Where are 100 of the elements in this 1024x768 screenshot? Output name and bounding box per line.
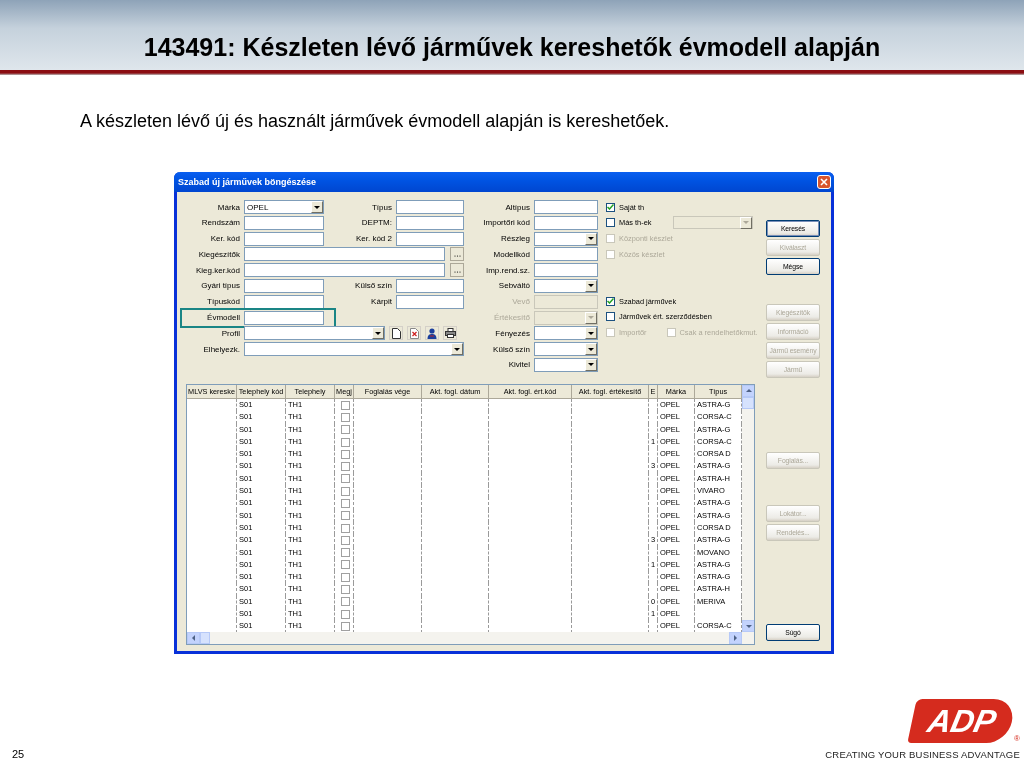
dropdown-arrow-icon	[743, 221, 750, 225]
checkbox[interactable]	[340, 486, 350, 496]
field-label: Típuskód	[206, 297, 240, 307]
field-label: Külső szín	[492, 344, 530, 354]
checkbox[interactable]	[340, 449, 350, 459]
field-label: Részleg	[500, 234, 530, 244]
dropdown-field[interactable]	[534, 279, 598, 293]
field-label: Altípus	[504, 202, 530, 212]
field-label: Kivitel	[507, 360, 530, 370]
new-document-button[interactable]	[389, 326, 403, 341]
browse-button[interactable]	[450, 247, 464, 262]
text-field[interactable]	[396, 294, 464, 309]
text-field[interactable]	[396, 215, 464, 230]
field-label: DEPTM:	[360, 218, 392, 228]
field-label: Évmodell	[206, 313, 240, 323]
text-field[interactable]	[244, 215, 324, 230]
slide-subtitle: A készleten lévő új és használt járművek évmodell alapján is kereshetőek.	[80, 111, 671, 132]
delete-icon	[409, 327, 419, 339]
scroll-thumb[interactable]	[200, 632, 210, 644]
dropdown-arrow-icon	[375, 331, 381, 335]
page-number: 25	[12, 748, 25, 760]
person-icon	[427, 327, 437, 339]
checkbox[interactable]	[340, 523, 350, 533]
printer-icon	[444, 328, 456, 339]
field-label: Kieg.ker.kód	[194, 265, 240, 275]
text-field[interactable]	[244, 310, 324, 325]
dropdown-arrow-icon	[314, 205, 320, 209]
dropdown-field[interactable]: OPEL	[244, 200, 324, 214]
dropdown-arrow-icon	[588, 237, 594, 241]
tagline: CREATING YOUR BUSINESS ADVANTAGE	[825, 749, 1020, 760]
checkbox[interactable]	[340, 400, 350, 410]
field-label: Sebváltó	[497, 281, 530, 291]
checkbox[interactable]	[340, 621, 350, 631]
field-label: Rendszám	[200, 218, 240, 228]
delete-button[interactable]	[407, 326, 421, 341]
text-field[interactable]	[244, 294, 324, 309]
text-field[interactable]	[244, 263, 445, 278]
field-label: Külső szín	[354, 281, 392, 291]
text-field[interactable]	[396, 200, 464, 214]
field-label: Kiegészítők	[197, 249, 240, 259]
checkbox[interactable]	[340, 462, 350, 472]
document-icon	[391, 327, 401, 339]
field-label: Profil	[220, 328, 240, 338]
checkbox[interactable]	[340, 425, 350, 435]
dropdown-field[interactable]	[534, 357, 598, 372]
dropdown-arrow-icon	[454, 347, 460, 351]
dropdown-arrow-icon	[588, 284, 594, 288]
checkbox[interactable]	[340, 560, 350, 570]
dropdown-arrow-icon	[588, 347, 594, 351]
field-label: Modellkód	[492, 249, 530, 259]
down-arrow-icon	[745, 624, 752, 628]
vertical-scrollbar[interactable]	[742, 384, 754, 632]
left-arrow-icon	[192, 635, 195, 641]
checkbox[interactable]	[340, 585, 350, 595]
dropdown-field[interactable]	[244, 326, 385, 341]
dropdown-field[interactable]	[534, 342, 598, 357]
text-field[interactable]	[534, 200, 598, 214]
field-label: Ker. kód	[209, 234, 240, 244]
field-label: Elhelyezk.	[202, 344, 240, 354]
field-label: Vevő	[511, 297, 530, 307]
close-button[interactable]	[817, 175, 831, 189]
text-field[interactable]	[396, 231, 464, 246]
horizontal-scrollbar[interactable]	[187, 632, 754, 644]
dropdown-field[interactable]	[534, 326, 598, 341]
text-field[interactable]	[244, 247, 445, 262]
field-label: Kárpit	[370, 297, 392, 307]
text-field[interactable]	[396, 279, 464, 293]
checkbox[interactable]	[340, 609, 350, 619]
checkbox[interactable]	[340, 499, 350, 508]
checkmark-icon	[607, 204, 614, 210]
checkbox[interactable]	[340, 535, 350, 545]
field-label: Imp.rend.sz.	[485, 265, 530, 275]
close-icon	[820, 178, 828, 186]
checkbox[interactable]	[340, 597, 350, 607]
dropdown-field[interactable]	[244, 342, 464, 357]
checkbox[interactable]	[340, 548, 350, 558]
checkbox[interactable]	[340, 412, 350, 422]
field-label: Ker. kód 2	[354, 234, 392, 244]
text-field[interactable]	[244, 279, 324, 293]
dropdown-value: OPEL	[247, 202, 269, 212]
text-field[interactable]	[534, 215, 598, 230]
checkbox[interactable]	[340, 474, 350, 484]
field-label: Fényezés	[494, 328, 530, 338]
user-button[interactable]	[425, 326, 439, 341]
checkbox[interactable]	[340, 437, 350, 447]
dropdown-field[interactable]	[534, 231, 598, 246]
text-field[interactable]	[534, 263, 598, 278]
dropdown-arrow-icon	[588, 363, 594, 367]
up-arrow-icon	[745, 389, 752, 393]
field-label: Gyári típus	[200, 281, 240, 291]
browse-button[interactable]	[450, 263, 464, 278]
text-field[interactable]	[534, 247, 598, 262]
checkbox[interactable]	[340, 511, 350, 521]
print-button[interactable]	[443, 326, 457, 341]
dropdown-arrow-icon	[588, 331, 594, 335]
dropdown-arrow-icon	[588, 316, 594, 320]
checkbox[interactable]	[340, 572, 350, 582]
text-field[interactable]	[244, 231, 324, 246]
window-title: Szabad új járművek böngészése	[178, 177, 317, 187]
right-arrow-icon	[734, 635, 737, 641]
